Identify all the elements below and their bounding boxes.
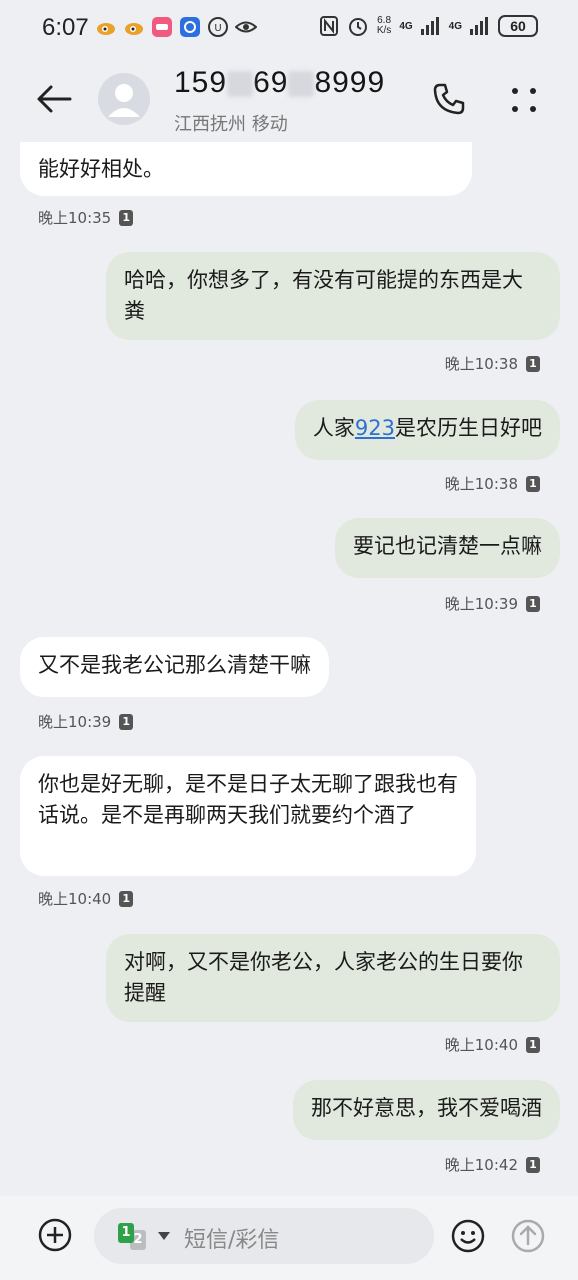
message-text: 你也是好无聊，是不是日子太无聊了跟我也有话说。是不是再聊两天我们就要约个酒了 <box>38 772 458 827</box>
message-meta: 晚上10:38 1 <box>445 473 540 494</box>
message-text: 要记也记清楚一点嘛 <box>353 534 542 558</box>
eye-icon <box>235 21 257 33</box>
contact-number[interactable]: 159 69 8999 <box>174 66 385 100</box>
nfc-icon <box>319 16 338 36</box>
redacted-mask <box>227 71 254 98</box>
message-meta: 晚上10:38 1 <box>445 353 540 374</box>
message-text: 哈哈，你想多了，有没有可能提的东西是大粪 <box>124 268 523 323</box>
status-time: 6:07 <box>42 14 89 41</box>
message-time: 晚上10:38 <box>444 355 518 373</box>
data-saver-icon: U <box>208 17 228 37</box>
sim-card-icon: 1 <box>526 595 540 612</box>
message-meta: 晚上10:42 1 <box>445 1154 540 1175</box>
signal-label: 4G <box>399 20 413 32</box>
network-speed: 6.8 K/s <box>376 15 392 36</box>
emoji-icon[interactable] <box>450 1218 486 1254</box>
conversation-header: 159 69 8999 江西抚州 移动 <box>0 56 578 142</box>
message-meta: 晚上10:40 1 <box>38 888 134 909</box>
notification-icons: U <box>95 16 257 38</box>
message-time: 晚上10:40 <box>38 890 112 908</box>
sim-card-icon: 1 <box>119 209 134 226</box>
status-indicators: 6.8 K/s 4G 4G 60 <box>319 15 538 37</box>
weibo-icon <box>125 23 143 35</box>
message-text: 对啊，又不是你老公，人家老公的生日要你提醒 <box>124 950 523 1005</box>
sim-card-icon: 1 <box>526 1156 540 1173</box>
status-bar: 6:07 U 6.8 K/s 4G 4G 60 <box>0 0 578 56</box>
add-attachment-icon[interactable] <box>38 1218 72 1252</box>
signal-strength-icon <box>470 17 488 35</box>
sim-card-icon: 1 <box>119 890 134 907</box>
message-time: 晚上10:42 <box>444 1156 518 1174</box>
message-meta: 晚上10:39 1 <box>38 711 134 732</box>
battery-level: 60 <box>510 18 526 34</box>
message-meta: 晚上10:40 1 <box>445 1034 540 1055</box>
message-bubble-incoming[interactable]: 你也是好无聊，是不是日子太无聊了跟我也有话说。是不是再聊两天我们就要约个酒了 <box>20 756 476 876</box>
send-icon[interactable] <box>510 1218 546 1254</box>
message-time: 晚上10:35 <box>38 209 112 227</box>
message-time: 晚上10:39 <box>38 713 112 731</box>
input-placeholder: 短信/彩信 <box>184 1228 280 1253</box>
alarm-icon <box>348 18 367 36</box>
sim-card-icon: 1 <box>526 355 540 372</box>
message-input[interactable]: 2 1 短信/彩信 <box>94 1208 434 1264</box>
more-options-icon[interactable] <box>510 86 538 114</box>
message-link-number[interactable]: 923 <box>355 416 395 440</box>
sim-1-icon: 1 <box>118 1223 134 1243</box>
battery-icon: 60 <box>498 15 538 37</box>
message-bubble-outgoing[interactable]: 哈哈，你想多了，有没有可能提的东西是大粪 <box>106 252 560 340</box>
redacted-mask <box>288 71 315 98</box>
svg-text:U: U <box>214 23 221 34</box>
message-text: 能好好相处。 <box>38 157 164 181</box>
message-time: 晚上10:38 <box>444 475 518 493</box>
chevron-down-icon[interactable] <box>158 1231 170 1241</box>
person-icon <box>108 84 140 117</box>
signal-strength-icon <box>420 17 439 35</box>
phone-call-icon[interactable] <box>432 82 466 116</box>
message-text-prefix: 人家 <box>312 416 355 440</box>
message-bubble-outgoing[interactable]: 对啊，又不是你老公，人家老公的生日要你提醒 <box>106 934 560 1022</box>
message-bubble-outgoing[interactable]: 人家923是农历生日好吧 <box>294 400 560 460</box>
app-notification-icon <box>180 17 200 37</box>
message-text-suffix: 是农历生日好吧 <box>395 416 542 440</box>
signal-label: 4G <box>448 20 462 32</box>
message-time: 晚上10:40 <box>444 1036 518 1054</box>
message-list[interactable]: 能好好相处。 晚上10:35 1 哈哈，你想多了，有没有可能提的东西是大粪 晚上… <box>0 0 578 1200</box>
message-text: 又不是我老公记那么清楚干嘛 <box>38 653 311 677</box>
sim-selector[interactable]: 2 1 <box>118 1223 150 1251</box>
weibo-icon <box>97 23 115 35</box>
message-bubble-incoming[interactable]: 又不是我老公记那么清楚干嘛 <box>20 637 329 697</box>
app-notification-icon <box>152 17 172 37</box>
message-meta: 晚上10:35 1 <box>38 207 134 228</box>
back-arrow-icon[interactable] <box>36 84 72 114</box>
message-text: 那不好意思，我不爱喝酒 <box>311 1096 542 1120</box>
message-time: 晚上10:39 <box>444 595 518 613</box>
message-meta: 晚上10:39 1 <box>445 593 540 614</box>
message-bubble-outgoing[interactable]: 要记也记清楚一点嘛 <box>335 518 560 578</box>
contact-location: 江西抚州 移动 <box>174 114 288 135</box>
sim-card-icon: 1 <box>526 475 540 492</box>
sim-card-icon: 1 <box>119 713 134 730</box>
message-bubble-outgoing[interactable]: 那不好意思，我不爱喝酒 <box>293 1080 560 1140</box>
sim-card-icon: 1 <box>526 1036 540 1053</box>
contact-avatar[interactable] <box>98 73 150 125</box>
compose-bar: 2 1 短信/彩信 <box>0 1196 578 1280</box>
